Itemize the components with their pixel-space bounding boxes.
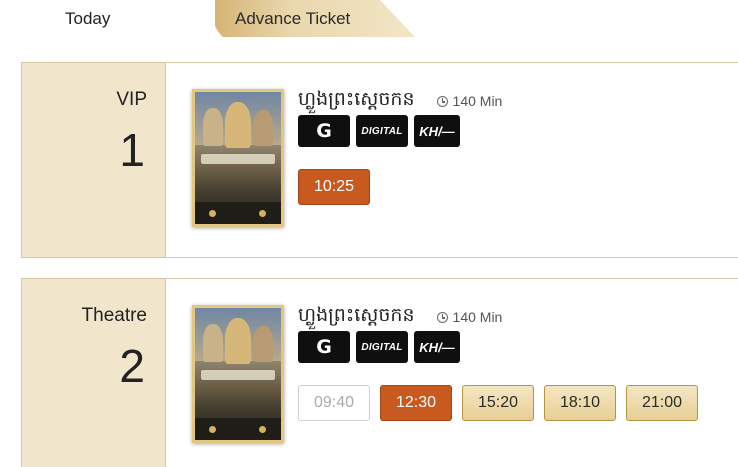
movie-badges: G DIGITAL KH/— (298, 115, 460, 147)
showtime-button[interactable]: 09:40 (298, 385, 370, 421)
showtime-button[interactable]: 12:30 (380, 385, 452, 421)
movie-poster[interactable] (192, 305, 284, 443)
showtime-button[interactable]: 18:10 (544, 385, 616, 421)
rating-badge: G (298, 115, 350, 147)
tab-today[interactable]: Today (0, 0, 215, 37)
language-badge: KH/— (414, 115, 460, 147)
clock-icon (436, 311, 448, 323)
duration-text: 140 Min (452, 309, 503, 325)
movie-badges: G DIGITAL KH/— (298, 331, 460, 363)
tab-advance-ticket-label: Advance Ticket (235, 8, 351, 28)
hall-number: 1 (119, 124, 145, 176)
movie-title[interactable]: ហ្លួងព្រះស្ដេចកន (298, 303, 415, 331)
showtimes: 09:40 12:30 15:20 18:10 21:00 (298, 385, 698, 421)
movie-header: ហ្លួងព្រះស្ដេចកន 140 Min (298, 303, 502, 331)
showtimes: 10:25 (298, 169, 370, 205)
hall-name: VIP (116, 89, 147, 110)
hall-info: VIP 1 (22, 63, 166, 257)
tab-advance-ticket[interactable]: Advance Ticket (190, 0, 415, 37)
movie-title[interactable]: ហ្លួងព្រះស្ដេចកន (298, 87, 415, 115)
showtime-button[interactable]: 21:00 (626, 385, 698, 421)
format-badge: DIGITAL (356, 331, 408, 363)
movie-header: ហ្លួងព្រះស្ដេចកន 140 Min (298, 87, 502, 115)
movie-duration: 140 Min (436, 309, 503, 325)
rating-badge: G (298, 331, 350, 363)
hall-name: Theatre (81, 305, 147, 326)
showtime-button[interactable]: 15:20 (462, 385, 534, 421)
duration-text: 140 Min (452, 93, 503, 109)
hall-info: Theatre 2 (22, 279, 166, 467)
hall-row-theatre-2: Theatre 2 ហ្លួងព្រះស្ដេចកន 140 Min G DIG… (21, 278, 738, 467)
tab-bar: Advance Ticket Today (0, 0, 738, 37)
tab-today-label: Today (65, 8, 111, 28)
movie-poster[interactable] (192, 89, 284, 227)
hall-number: 2 (119, 340, 145, 392)
clock-icon (436, 95, 448, 107)
showtime-button[interactable]: 10:25 (298, 169, 370, 205)
movie-duration: 140 Min (436, 93, 503, 109)
hall-row-vip: VIP 1 ហ្លួងព្រះស្ដេចកន 140 Min G DIGITAL… (21, 62, 738, 258)
format-badge: DIGITAL (356, 115, 408, 147)
language-badge: KH/— (414, 331, 460, 363)
